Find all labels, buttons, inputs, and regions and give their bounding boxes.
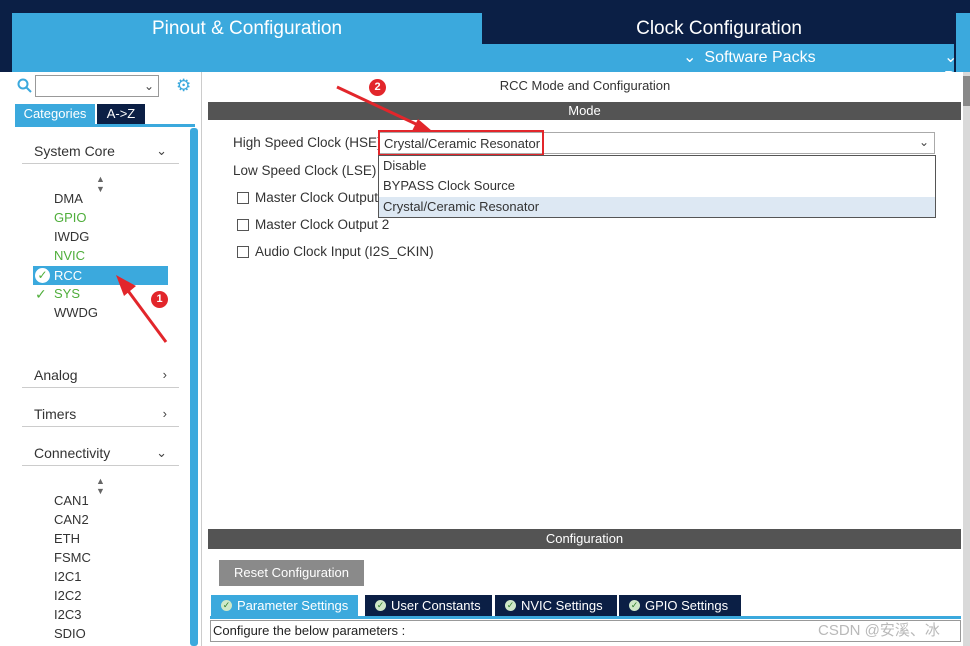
category-label: Analog: [34, 367, 78, 383]
annotation-highlight-box: [378, 130, 544, 156]
check-circle-icon: ✓: [505, 600, 516, 611]
category-label: Connectivity: [34, 445, 111, 461]
sidebar-item-can1[interactable]: CAN1: [54, 491, 89, 510]
hse-option-disable[interactable]: Disable: [379, 156, 935, 176]
sidebar-item-i2c3[interactable]: I2C3: [54, 605, 81, 624]
sidebar-item-label: RCC: [54, 268, 83, 283]
scrollbar-thumb[interactable]: [963, 76, 970, 106]
chevron-right-icon: ›: [162, 406, 167, 421]
tab-categories[interactable]: Categories: [15, 104, 95, 124]
sidebar-item-dma[interactable]: DMA: [54, 189, 83, 208]
search-icon[interactable]: [17, 78, 33, 94]
sort-icon: ▲ ▼: [96, 476, 105, 496]
sort-icon: ▲ ▼: [96, 174, 105, 194]
check-circle-icon: ✓: [35, 268, 50, 283]
check-circle-icon: ✓: [629, 600, 640, 611]
tab-extra[interactable]: [956, 13, 970, 44]
page-title: RCC Mode and Configuration: [499, 78, 671, 93]
tab-underline: [15, 124, 195, 127]
tab-label: NVIC Settings: [521, 598, 603, 613]
check-circle-icon: ✓: [375, 600, 386, 611]
mco2-label: Master Clock Output 2: [255, 217, 390, 232]
tab-pinout-configuration[interactable]: Pinout & Configuration: [12, 13, 482, 44]
watermark: CSDN @安溪、冰: [818, 622, 940, 639]
hse-option-bypass[interactable]: BYPASS Clock Source: [379, 176, 935, 196]
tab-user-constants[interactable]: ✓ User Constants: [365, 595, 492, 616]
category-system-core[interactable]: System Core ⌄: [22, 138, 179, 164]
chevron-down-icon: ⌄: [683, 49, 697, 66]
software-packs-label: Software Packs: [704, 49, 816, 66]
tab-parameter-settings[interactable]: ✓ Parameter Settings: [211, 595, 358, 616]
software-packs-menu[interactable]: ⌄ Software Packs: [683, 48, 816, 68]
chevron-down-icon: ⌄: [944, 49, 958, 66]
hse-dropdown-list[interactable]: Disable BYPASS Clock Source Crystal/Cera…: [378, 155, 936, 218]
annotation-badge-2: 2: [369, 79, 386, 96]
gear-icon[interactable]: ⚙: [176, 77, 194, 95]
sidebar-scrollbar[interactable]: [190, 128, 198, 646]
mco2-checkbox[interactable]: [237, 219, 249, 231]
sidebar-item-nvic[interactable]: NVIC: [54, 246, 85, 265]
category-label: Timers: [34, 406, 77, 422]
sidebar-item-i2c1[interactable]: I2C1: [54, 567, 81, 586]
sidebar-item-sdio[interactable]: SDIO: [54, 624, 86, 643]
sidebar-item-i2c2[interactable]: I2C2: [54, 586, 81, 605]
hse-label: High Speed Clock (HSE): [233, 135, 382, 150]
category-timers[interactable]: Timers ›: [22, 401, 179, 427]
chevron-down-icon[interactable]: ⌄: [919, 135, 929, 149]
tab-label: GPIO Settings: [645, 598, 729, 613]
hse-option-crystal[interactable]: Crystal/Ceramic Resonator: [379, 197, 935, 217]
check-circle-icon: ✓: [221, 600, 232, 611]
lse-label: Low Speed Clock (LSE): [233, 163, 377, 178]
annotation-badge-1: 1: [151, 291, 168, 308]
category-label: System Core: [34, 143, 115, 159]
sidebar-item-sys[interactable]: SYS: [54, 284, 80, 303]
sidebar-item-iwdg[interactable]: IWDG: [54, 227, 89, 246]
audio-clock-label: Audio Clock Input (I2S_CKIN): [255, 244, 434, 259]
sidebar-item-fsmc[interactable]: FSMC: [54, 548, 91, 567]
tab-label: User Constants: [391, 598, 481, 613]
mco1-label: Master Clock Output: [255, 190, 379, 205]
chevron-right-icon: ›: [162, 367, 167, 382]
tab-clock-configuration[interactable]: Clock Configuration: [484, 13, 954, 44]
search-input[interactable]: ⌄: [35, 75, 159, 97]
sidebar-item-can2[interactable]: CAN2: [54, 510, 89, 529]
audio-clock-checkbox[interactable]: [237, 246, 249, 258]
tab-a-z[interactable]: A->Z: [97, 104, 145, 124]
mode-header: Mode: [208, 102, 961, 120]
main-scrollbar[interactable]: [963, 72, 970, 646]
sidebar-item-rcc[interactable]: ✓ RCC: [33, 266, 168, 285]
sidebar-item-wwdg[interactable]: WWDG: [54, 303, 98, 322]
reset-configuration-button[interactable]: Reset Configuration: [219, 560, 364, 586]
chevron-down-icon: ⌄: [156, 445, 167, 460]
sidebar-item-gpio[interactable]: GPIO: [54, 208, 87, 227]
configuration-header: Configuration: [208, 529, 961, 549]
mco1-checkbox[interactable]: [237, 192, 249, 204]
chevron-down-icon: ⌄: [156, 143, 167, 158]
category-connectivity[interactable]: Connectivity ⌄: [22, 440, 179, 466]
category-analog[interactable]: Analog ›: [22, 362, 179, 388]
chevron-down-icon[interactable]: ⌄: [144, 79, 154, 93]
check-icon: ✓: [35, 286, 47, 302]
tab-label: Parameter Settings: [237, 598, 349, 613]
tab-nvic-settings[interactable]: ✓ NVIC Settings: [495, 595, 617, 616]
tab-gpio-settings[interactable]: ✓ GPIO Settings: [619, 595, 741, 616]
sidebar-item-eth[interactable]: ETH: [54, 529, 80, 548]
